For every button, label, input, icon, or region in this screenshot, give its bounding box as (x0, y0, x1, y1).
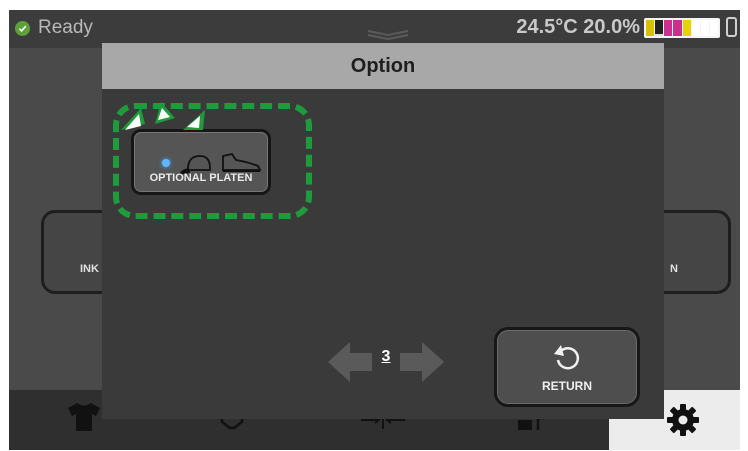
check-icon (15, 20, 30, 36)
environment-readout: 24.5°C 20.0% (516, 16, 640, 39)
ready-text: Ready (38, 17, 93, 38)
cartridge-icon (726, 17, 737, 37)
background-ink-label: INK (80, 263, 99, 275)
ink-fill (682, 20, 691, 36)
humidity-value: 20.0% (583, 16, 640, 38)
arrow-left-icon[interactable] (328, 342, 372, 382)
return-button[interactable]: RETURN (494, 327, 640, 407)
page-navigator: 3 (328, 338, 444, 388)
tshirt-icon (68, 403, 100, 431)
ink-fill (709, 20, 718, 36)
gear-icon (667, 404, 699, 436)
return-label: RETURN (542, 379, 592, 393)
callout-arrows-icon (121, 102, 205, 130)
return-icon (554, 345, 580, 370)
dialog-header: Option (102, 43, 664, 89)
page-number: 3 (381, 348, 391, 365)
ink-fill (673, 20, 682, 36)
ink-fill (664, 20, 673, 36)
ink-segment (673, 20, 682, 36)
ink-segment (709, 20, 718, 36)
background-right-label: N (670, 263, 678, 275)
ink-segment (646, 20, 655, 36)
ink-fill (655, 33, 664, 36)
ink-segment (664, 20, 673, 36)
arrow-right-icon[interactable] (400, 342, 444, 382)
ink-level-indicator (644, 18, 720, 38)
ink-segment (691, 20, 700, 36)
ink-segment (682, 20, 691, 36)
temperature-value: 24.5°C (516, 16, 578, 38)
ink-segment (700, 20, 709, 36)
ink-fill (646, 20, 655, 36)
device-screen: Ready 24.5°C 20.0% INK N Option OPTIONAL… (9, 10, 740, 450)
dialog-title: Option (350, 54, 416, 77)
ink-fill (691, 20, 700, 36)
ink-fill (700, 20, 709, 36)
ready-status: Ready (15, 17, 93, 39)
ink-segment (655, 20, 664, 36)
chevron-handle-icon[interactable] (366, 30, 410, 40)
